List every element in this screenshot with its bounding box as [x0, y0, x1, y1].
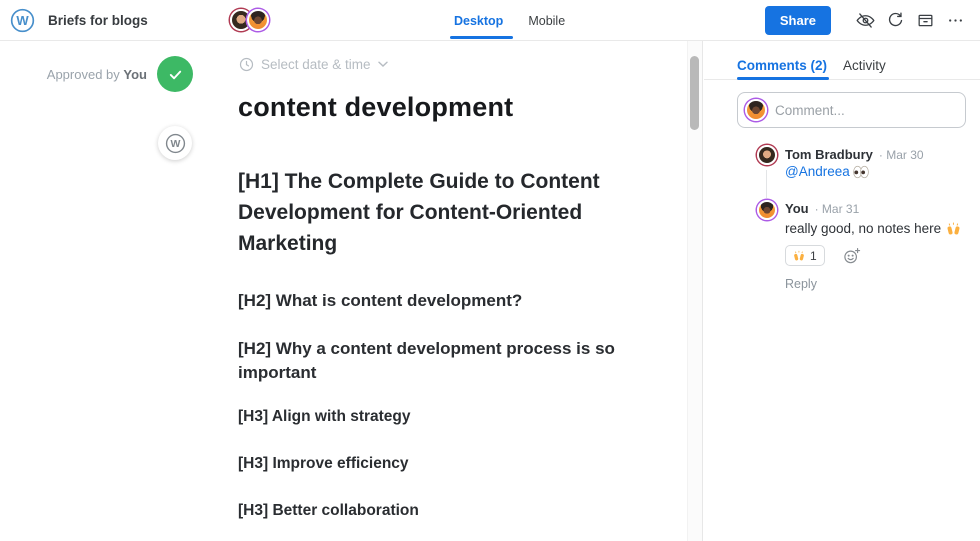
share-button[interactable]: Share	[764, 6, 831, 35]
tab-comments[interactable]: Comments (2)	[737, 58, 830, 80]
comment-date: · Mar 31	[814, 202, 860, 216]
clock-icon	[239, 57, 254, 72]
check-icon	[167, 66, 184, 83]
heading-h3-2: [H3] Improve efficiency	[238, 455, 409, 472]
hide-preview-button[interactable]	[850, 6, 880, 36]
wordpress-preview-button[interactable]: W	[158, 126, 192, 160]
svg-text:W: W	[16, 13, 29, 28]
comment-thread-line	[766, 170, 767, 198]
approved-badge[interactable]	[157, 56, 193, 92]
comment-body: really good, no notes here	[785, 221, 961, 236]
comment-date: · Mar 30	[878, 148, 924, 162]
tab-activity[interactable]: Activity	[843, 58, 886, 73]
raised-hands-emoji	[946, 222, 961, 236]
wordpress-logo-icon[interactable]: W	[10, 8, 35, 33]
more-options-button[interactable]	[940, 6, 970, 36]
heading-h2-1: [H2] What is content development?	[238, 291, 523, 310]
brand: W Briefs for blogs	[10, 8, 148, 33]
date-picker-label: Select date & time	[261, 57, 371, 72]
raised-hands-emoji	[793, 250, 805, 262]
heading-h3-3: [H3] Better collaboration	[238, 502, 419, 519]
comment-avatar-you[interactable]	[757, 200, 777, 220]
avatar-andreea[interactable]	[247, 9, 269, 31]
composer-avatar	[745, 99, 767, 121]
heading-h1: [H1] The Complete Guide to Content Devel…	[238, 170, 600, 255]
briefs-app: W Briefs for blogs Desktop Mobile Share	[0, 0, 980, 541]
archive-button[interactable]	[910, 6, 940, 36]
approval-status: Approved by You	[46, 67, 147, 82]
comment-avatar-tom[interactable]	[757, 145, 777, 165]
comment-header: You · Mar 31	[785, 201, 859, 216]
wordpress-gray-icon: W	[165, 133, 186, 154]
more-icon	[947, 12, 964, 29]
topbar-actions: Share	[764, 0, 970, 41]
topbar: W Briefs for blogs Desktop Mobile Share	[0, 0, 980, 41]
refresh-button[interactable]	[880, 6, 910, 36]
approver-name: You	[123, 67, 147, 82]
preview-view-tabs: Desktop Mobile	[449, 0, 567, 41]
comment-author: You	[785, 201, 809, 216]
chevron-down-icon	[377, 61, 388, 68]
comment-header: Tom Bradbury · Mar 30	[785, 147, 924, 162]
refresh-icon	[886, 11, 905, 30]
add-reaction-button[interactable]	[843, 247, 861, 265]
reaction-count: 1	[810, 248, 817, 263]
svg-text:W: W	[170, 138, 180, 150]
comment-body: @Andreea	[785, 164, 869, 179]
tab-mobile[interactable]: Mobile	[526, 0, 567, 41]
tab-desktop[interactable]: Desktop	[449, 0, 514, 41]
date-picker[interactable]: Select date & time	[239, 57, 388, 72]
archive-icon	[916, 11, 935, 30]
comment-author: Tom Bradbury	[785, 147, 873, 162]
comment-composer	[737, 92, 966, 128]
reaction-pill[interactable]: 1	[785, 245, 825, 266]
collaborator-avatars	[230, 9, 269, 31]
scrollbar-thumb[interactable]	[690, 56, 699, 130]
eyes-emoji	[852, 165, 869, 179]
app-title: Briefs for blogs	[48, 13, 148, 28]
document-title: content development	[238, 92, 514, 122]
eye-off-icon	[855, 10, 876, 31]
mention-link[interactable]: @Andreea	[785, 164, 850, 179]
heading-h2-2: [H2] Why a content development process i…	[238, 339, 615, 382]
heading-h3-1: [H3] Align with strategy	[238, 408, 411, 425]
comment-input[interactable]	[775, 102, 965, 118]
add-emoji-icon	[843, 247, 861, 265]
reply-link[interactable]: Reply	[785, 277, 817, 291]
